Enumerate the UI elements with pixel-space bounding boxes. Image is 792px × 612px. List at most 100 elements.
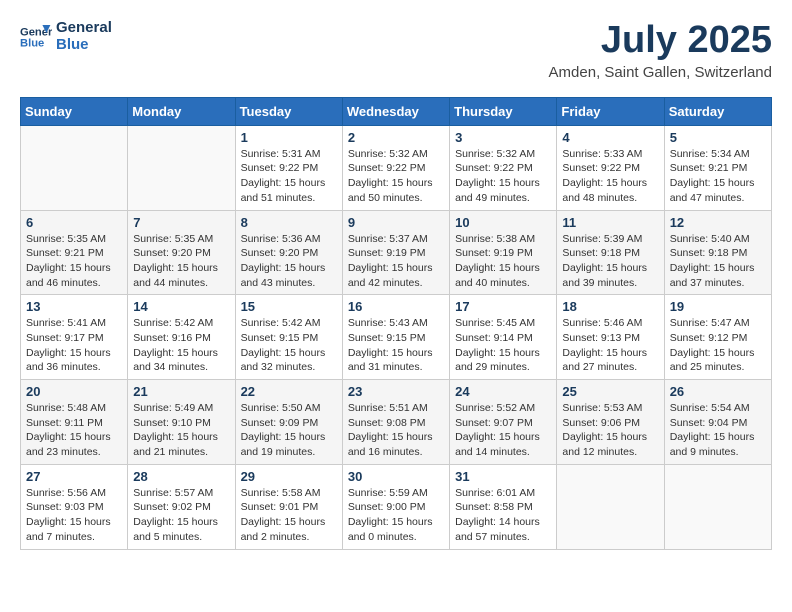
sunset-text: Sunset: 9:15 PM — [348, 331, 444, 346]
day-info: Sunrise: 5:33 AMSunset: 9:22 PMDaylight:… — [562, 147, 658, 206]
sunrise-text: Sunrise: 5:35 AM — [26, 232, 122, 247]
sunset-text: Sunset: 9:17 PM — [26, 331, 122, 346]
daylight-text: Daylight: 15 hours and 29 minutes. — [455, 346, 551, 375]
day-info: Sunrise: 5:52 AMSunset: 9:07 PMDaylight:… — [455, 401, 551, 460]
calendar-cell: 27Sunrise: 5:56 AMSunset: 9:03 PMDayligh… — [21, 464, 128, 549]
sunrise-text: Sunrise: 5:35 AM — [133, 232, 229, 247]
daylight-text: Daylight: 15 hours and 48 minutes. — [562, 176, 658, 205]
daylight-text: Daylight: 15 hours and 50 minutes. — [348, 176, 444, 205]
sunset-text: Sunset: 9:22 PM — [348, 161, 444, 176]
sunset-text: Sunset: 9:18 PM — [670, 246, 766, 261]
sunset-text: Sunset: 9:15 PM — [241, 331, 337, 346]
title-block: July 2025 Amden, Saint Gallen, Switzerla… — [549, 20, 772, 81]
day-number: 17 — [455, 299, 551, 314]
daylight-text: Daylight: 15 hours and 27 minutes. — [562, 346, 658, 375]
daylight-text: Daylight: 15 hours and 37 minutes. — [670, 261, 766, 290]
day-number: 18 — [562, 299, 658, 314]
weekday-header-row: SundayMondayTuesdayWednesdayThursdayFrid… — [21, 97, 772, 125]
calendar-cell: 30Sunrise: 5:59 AMSunset: 9:00 PMDayligh… — [342, 464, 449, 549]
sunrise-text: Sunrise: 5:56 AM — [26, 486, 122, 501]
daylight-text: Daylight: 15 hours and 44 minutes. — [133, 261, 229, 290]
sunrise-text: Sunrise: 5:47 AM — [670, 316, 766, 331]
daylight-text: Daylight: 15 hours and 49 minutes. — [455, 176, 551, 205]
day-info: Sunrise: 5:34 AMSunset: 9:21 PMDaylight:… — [670, 147, 766, 206]
sunset-text: Sunset: 9:20 PM — [133, 246, 229, 261]
sunrise-text: Sunrise: 5:38 AM — [455, 232, 551, 247]
calendar-cell: 6Sunrise: 5:35 AMSunset: 9:21 PMDaylight… — [21, 210, 128, 295]
day-number: 28 — [133, 469, 229, 484]
day-info: Sunrise: 5:31 AMSunset: 9:22 PMDaylight:… — [241, 147, 337, 206]
day-number: 8 — [241, 215, 337, 230]
daylight-text: Daylight: 15 hours and 46 minutes. — [26, 261, 122, 290]
month-year-title: July 2025 — [549, 20, 772, 62]
calendar-table: SundayMondayTuesdayWednesdayThursdayFrid… — [20, 97, 772, 550]
calendar-cell: 9Sunrise: 5:37 AMSunset: 9:19 PMDaylight… — [342, 210, 449, 295]
daylight-text: Daylight: 15 hours and 14 minutes. — [455, 430, 551, 459]
daylight-text: Daylight: 15 hours and 2 minutes. — [241, 515, 337, 544]
daylight-text: Daylight: 15 hours and 23 minutes. — [26, 430, 122, 459]
day-info: Sunrise: 5:32 AMSunset: 9:22 PMDaylight:… — [455, 147, 551, 206]
sunrise-text: Sunrise: 5:33 AM — [562, 147, 658, 162]
sunset-text: Sunset: 9:18 PM — [562, 246, 658, 261]
calendar-cell — [21, 125, 128, 210]
day-info: Sunrise: 5:58 AMSunset: 9:01 PMDaylight:… — [241, 486, 337, 545]
day-info: Sunrise: 5:47 AMSunset: 9:12 PMDaylight:… — [670, 316, 766, 375]
day-info: Sunrise: 5:54 AMSunset: 9:04 PMDaylight:… — [670, 401, 766, 460]
calendar-cell — [557, 464, 664, 549]
calendar-cell: 11Sunrise: 5:39 AMSunset: 9:18 PMDayligh… — [557, 210, 664, 295]
daylight-text: Daylight: 15 hours and 5 minutes. — [133, 515, 229, 544]
day-number: 24 — [455, 384, 551, 399]
sunrise-text: Sunrise: 5:32 AM — [348, 147, 444, 162]
sunrise-text: Sunrise: 5:54 AM — [670, 401, 766, 416]
calendar-cell: 20Sunrise: 5:48 AMSunset: 9:11 PMDayligh… — [21, 380, 128, 465]
calendar-cell: 15Sunrise: 5:42 AMSunset: 9:15 PMDayligh… — [235, 295, 342, 380]
day-info: Sunrise: 5:56 AMSunset: 9:03 PMDaylight:… — [26, 486, 122, 545]
sunrise-text: Sunrise: 5:49 AM — [133, 401, 229, 416]
sunset-text: Sunset: 9:10 PM — [133, 416, 229, 431]
sunset-text: Sunset: 9:04 PM — [670, 416, 766, 431]
day-info: Sunrise: 5:57 AMSunset: 9:02 PMDaylight:… — [133, 486, 229, 545]
sunrise-text: Sunrise: 5:52 AM — [455, 401, 551, 416]
day-info: Sunrise: 6:01 AMSunset: 8:58 PMDaylight:… — [455, 486, 551, 545]
sunset-text: Sunset: 9:22 PM — [562, 161, 658, 176]
day-info: Sunrise: 5:35 AMSunset: 9:20 PMDaylight:… — [133, 232, 229, 291]
sunset-text: Sunset: 9:06 PM — [562, 416, 658, 431]
weekday-header-friday: Friday — [557, 97, 664, 125]
sunset-text: Sunset: 9:22 PM — [455, 161, 551, 176]
sunset-text: Sunset: 9:16 PM — [133, 331, 229, 346]
calendar-cell — [128, 125, 235, 210]
day-number: 26 — [670, 384, 766, 399]
daylight-text: Daylight: 15 hours and 42 minutes. — [348, 261, 444, 290]
day-number: 15 — [241, 299, 337, 314]
calendar-cell — [664, 464, 771, 549]
sunrise-text: Sunrise: 5:43 AM — [348, 316, 444, 331]
logo-text-general: General — [56, 20, 112, 37]
calendar-cell: 28 Sunrise: 5:57 AMSunset: 9:02 PMDayligh… — [128, 464, 235, 549]
sunset-text: Sunset: 9:13 PM — [562, 331, 658, 346]
calendar-cell: 16Sunrise: 5:43 AMSunset: 9:15 PMDayligh… — [342, 295, 449, 380]
day-info: Sunrise: 5:36 AMSunset: 9:20 PMDaylight:… — [241, 232, 337, 291]
day-number: 9 — [348, 215, 444, 230]
sunset-text: Sunset: 9:19 PM — [455, 246, 551, 261]
sunset-text: Sunset: 9:03 PM — [26, 500, 122, 515]
sunrise-text: Sunrise: 5:37 AM — [348, 232, 444, 247]
sunset-text: Sunset: 9:20 PM — [241, 246, 337, 261]
day-number: 22 — [241, 384, 337, 399]
sunrise-text: Sunrise: 5:51 AM — [348, 401, 444, 416]
daylight-text: Daylight: 15 hours and 34 minutes. — [133, 346, 229, 375]
day-info: Sunrise: 5:51 AMSunset: 9:08 PMDaylight:… — [348, 401, 444, 460]
weekday-header-wednesday: Wednesday — [342, 97, 449, 125]
weekday-header-sunday: Sunday — [21, 97, 128, 125]
calendar-cell: 5Sunrise: 5:34 AMSunset: 9:21 PMDaylight… — [664, 125, 771, 210]
day-info: Sunrise: 5:42 AMSunset: 9:16 PMDaylight:… — [133, 316, 229, 375]
weekday-header-thursday: Thursday — [450, 97, 557, 125]
calendar-cell: 31Sunrise: 6:01 AMSunset: 8:58 PMDayligh… — [450, 464, 557, 549]
calendar-cell: 12Sunrise: 5:40 AMSunset: 9:18 PMDayligh… — [664, 210, 771, 295]
calendar-cell: 8 Sunrise: 5:36 AMSunset: 9:20 PMDaylight… — [235, 210, 342, 295]
day-number: 16 — [348, 299, 444, 314]
day-info: Sunrise: 5:39 AMSunset: 9:18 PMDaylight:… — [562, 232, 658, 291]
sunset-text: Sunset: 9:09 PM — [241, 416, 337, 431]
calendar-cell: 19Sunrise: 5:47 AMSunset: 9:12 PMDayligh… — [664, 295, 771, 380]
day-info: Sunrise: 5:41 AMSunset: 9:17 PMDaylight:… — [26, 316, 122, 375]
sunrise-text: Sunrise: 5:57 AM — [133, 486, 229, 501]
